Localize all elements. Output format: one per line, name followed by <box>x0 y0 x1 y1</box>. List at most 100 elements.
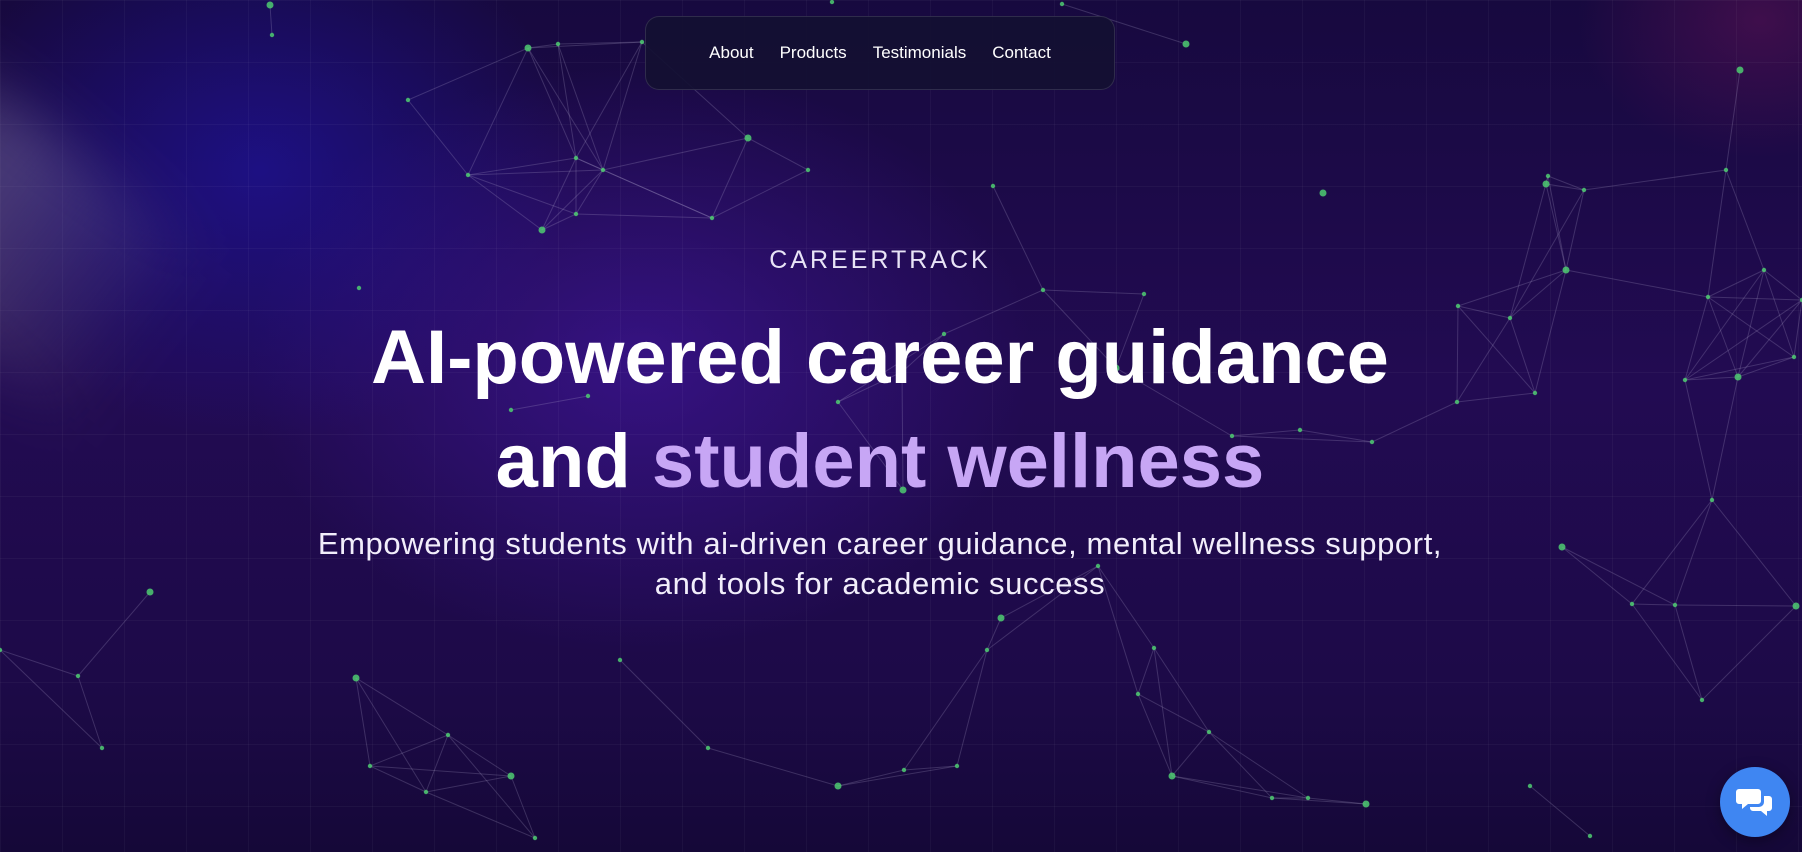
network-edge <box>707 747 839 787</box>
network-node <box>705 745 711 751</box>
network-edge <box>747 137 809 171</box>
nav-item-about[interactable]: About <box>709 43 753 63</box>
network-node <box>269 32 275 38</box>
nav-item-testimonials[interactable]: Testimonials <box>873 43 967 63</box>
network-node <box>1305 795 1311 801</box>
network-edge <box>1457 269 1567 307</box>
network-edge <box>369 734 449 767</box>
network-edge <box>575 157 604 171</box>
network-edge <box>903 765 958 771</box>
network-edge <box>1137 647 1155 695</box>
network-edge <box>1042 289 1145 295</box>
network-node <box>1581 187 1587 193</box>
network-edge <box>602 41 643 171</box>
network-edge <box>1171 731 1210 777</box>
network-node <box>954 763 960 769</box>
network-edge <box>1547 175 1585 191</box>
network-edge <box>575 41 643 159</box>
network-node <box>1527 783 1533 789</box>
network-node <box>0 647 3 653</box>
network-edge <box>0 649 103 749</box>
network-node <box>1761 267 1767 273</box>
network-edge <box>1763 269 1802 301</box>
network-node <box>423 789 429 795</box>
network-edge <box>1707 169 1727 298</box>
network-node <box>1206 729 1212 735</box>
network-edge <box>1674 604 1797 607</box>
chat-bubbles-icon <box>1736 789 1772 816</box>
network-node <box>1151 645 1157 651</box>
network-edge <box>1707 296 1802 301</box>
network-node <box>984 647 990 653</box>
network-edge <box>447 734 512 777</box>
network-edge <box>986 617 1002 651</box>
network-node <box>146 588 154 596</box>
network-edge <box>903 649 988 771</box>
network-node <box>1362 800 1370 808</box>
network-edge <box>1271 797 1367 805</box>
network-edge <box>1153 647 1173 777</box>
network-edge <box>602 169 713 219</box>
network-edge <box>575 157 713 219</box>
network-node <box>1168 772 1176 780</box>
network-edge <box>527 47 604 171</box>
network-edge <box>557 43 577 159</box>
network-node <box>367 763 373 769</box>
network-node <box>356 285 362 291</box>
network-node <box>352 674 360 682</box>
network-edge <box>447 734 536 839</box>
chat-button[interactable] <box>1720 767 1790 837</box>
network-edge <box>425 791 536 839</box>
network-edge <box>1208 731 1309 799</box>
network-node <box>997 614 1005 622</box>
network-edge <box>575 169 604 215</box>
network-node <box>266 1 274 9</box>
network-edge <box>1137 693 1210 733</box>
network-node <box>1040 287 1046 293</box>
network-node <box>617 657 623 663</box>
network-edge <box>467 169 604 176</box>
network-edge <box>1529 785 1591 837</box>
network-edge <box>1171 775 1273 799</box>
network-edge <box>369 765 512 777</box>
network-node <box>834 782 842 790</box>
network-edge <box>0 649 79 677</box>
network-node <box>1792 602 1800 610</box>
network-edge <box>557 41 643 45</box>
network-edge <box>1674 604 1703 701</box>
network-edge <box>467 174 543 231</box>
network-node <box>1723 167 1729 173</box>
network-edge <box>619 659 709 749</box>
network-edge <box>1701 605 1797 701</box>
network-edge <box>355 677 449 736</box>
network-edge <box>1545 175 1549 185</box>
nav-item-products[interactable]: Products <box>780 43 847 63</box>
network-edge <box>602 137 749 171</box>
headline-line-1: AI-powered career guidance <box>371 315 1389 400</box>
network-edge <box>837 769 905 787</box>
network-node <box>1269 795 1275 801</box>
network-node <box>465 172 471 178</box>
network-node <box>1059 1 1065 7</box>
network-edge <box>1153 647 1210 733</box>
network-node <box>990 183 996 189</box>
network-node <box>709 215 715 221</box>
network-edge <box>1561 546 1676 606</box>
network-edge <box>369 765 427 793</box>
nav-item-contact[interactable]: Contact <box>992 43 1051 63</box>
network-edge <box>1307 797 1367 805</box>
network-node <box>532 835 538 841</box>
network-node <box>639 39 645 45</box>
network-node <box>1699 697 1705 703</box>
network-node <box>1672 602 1678 608</box>
network-node <box>538 226 546 234</box>
network-node <box>1319 189 1327 197</box>
network-edge <box>527 41 643 49</box>
network-node <box>1705 294 1711 300</box>
network-edge <box>1137 693 1173 777</box>
network-node <box>1791 354 1797 360</box>
top-navigation: About Products Testimonials Contact <box>645 16 1115 90</box>
network-edge <box>1631 499 1713 605</box>
network-edge <box>407 47 529 101</box>
network-node <box>901 767 907 773</box>
